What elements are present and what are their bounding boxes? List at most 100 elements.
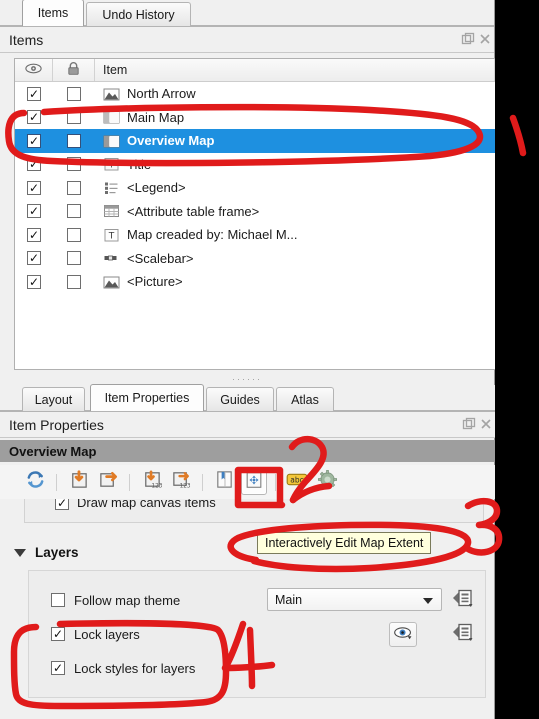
tab-item-properties[interactable]: Item Properties [90, 384, 204, 411]
lock-checkbox[interactable] [67, 180, 81, 195]
table-row-selected[interactable]: ✓ Overview Map [15, 129, 495, 153]
column-header-lock[interactable] [53, 59, 95, 81]
row-visibility-cell[interactable]: ✓ [15, 133, 53, 148]
panel-splitter-grip[interactable]: ······ [232, 374, 262, 384]
visibility-checkbox[interactable]: ✓ [27, 157, 41, 172]
tab-layout[interactable]: Layout [22, 387, 85, 411]
visibility-checkbox[interactable]: ✓ [27, 180, 41, 195]
lock-layers-checkbox[interactable]: ✓ [51, 627, 65, 641]
row-lock-cell[interactable] [53, 157, 95, 172]
row-visibility-cell[interactable]: ✓ [15, 204, 53, 219]
column-header-item-label: Item [103, 63, 128, 77]
float-panel-icon[interactable] [461, 32, 475, 46]
table-row[interactable]: ✓ <Picture> [15, 270, 495, 294]
triangle-down-icon[interactable] [14, 548, 26, 557]
tab-atlas[interactable]: Atlas [276, 387, 334, 411]
follow-map-theme-row[interactable]: Follow map theme Main [29, 583, 485, 617]
row-lock-cell[interactable] [53, 227, 95, 242]
row-lock-cell[interactable] [53, 274, 95, 289]
visibility-checkbox[interactable]: ✓ [27, 86, 41, 101]
draw-map-canvas-items-checkbox[interactable]: ✓ [55, 499, 69, 510]
set-canvas-scale-to-map-button[interactable]: 123 [168, 469, 194, 495]
lock-checkbox[interactable] [67, 251, 81, 266]
canvas-from-map-extent-icon [98, 469, 119, 495]
lock-checkbox[interactable] [67, 274, 81, 289]
row-item-cell[interactable]: North Arrow [95, 86, 495, 101]
row-item-cell[interactable]: T Map creaded by: Michael M... [95, 227, 495, 242]
map-item-icon [103, 110, 120, 124]
row-item-cell[interactable]: <Legend> [95, 180, 495, 195]
column-header-visibility[interactable] [15, 59, 53, 81]
follow-map-theme-checkbox[interactable] [51, 593, 65, 607]
lock-checkbox[interactable] [67, 227, 81, 242]
close-panel-icon[interactable] [479, 417, 493, 431]
items-tree[interactable]: Item ✓ North Arrow ✓ Main Map ✓ Overview… [14, 58, 495, 370]
row-lock-cell[interactable] [53, 86, 95, 101]
tab-undo-history[interactable]: Undo History [86, 2, 191, 26]
table-row[interactable]: ✓ T Map creaded by: Michael M... [15, 223, 495, 247]
row-item-cell[interactable]: Main Map [95, 110, 495, 125]
lock-layers-row[interactable]: ✓ Lock layers [29, 617, 485, 651]
refresh-view-button[interactable] [22, 469, 48, 495]
row-lock-cell[interactable] [53, 204, 95, 219]
table-row[interactable]: ✓ T Title [15, 153, 495, 177]
column-header-item[interactable]: Item [95, 59, 495, 81]
visibility-checkbox[interactable]: ✓ [27, 110, 41, 125]
tab-items[interactable]: Items [22, 0, 84, 26]
row-lock-cell[interactable] [53, 110, 95, 125]
row-visibility-cell[interactable]: ✓ [15, 157, 53, 172]
table-row[interactable]: ✓ <Legend> [15, 176, 495, 200]
lock-checkbox[interactable] [67, 133, 81, 148]
tab-guides[interactable]: Guides [206, 387, 274, 411]
lock-styles-checkbox[interactable]: ✓ [51, 661, 65, 675]
row-lock-cell[interactable] [53, 251, 95, 266]
row-item-cell[interactable]: Overview Map [95, 133, 495, 148]
row-visibility-cell[interactable]: ✓ [15, 86, 53, 101]
layers-section-header[interactable]: Layers [0, 538, 79, 567]
labeling-settings-button[interactable]: abc [284, 469, 310, 495]
tooltip-text: Interactively Edit Map Extent [265, 536, 424, 550]
row-visibility-cell[interactable]: ✓ [15, 251, 53, 266]
row-lock-cell[interactable] [53, 180, 95, 195]
close-panel-icon[interactable] [478, 32, 492, 46]
visibility-checkbox[interactable]: ✓ [27, 274, 41, 289]
table-row[interactable]: ✓ <Scalebar> [15, 247, 495, 271]
theme-data-defined-button[interactable] [449, 588, 477, 613]
lock-checkbox[interactable] [67, 86, 81, 101]
row-item-cell[interactable]: T Title [95, 157, 495, 172]
map-theme-combo[interactable]: Main [267, 588, 442, 611]
row-item-label: Overview Map [127, 133, 215, 149]
row-visibility-cell[interactable]: ✓ [15, 227, 53, 242]
table-row[interactable]: ✓ North Arrow [15, 82, 495, 106]
show-layers-button[interactable] [389, 622, 417, 647]
table-row[interactable]: ✓ <Attribute table frame> [15, 200, 495, 224]
row-item-cell[interactable]: <Picture> [95, 274, 495, 289]
visibility-checkbox[interactable]: ✓ [27, 227, 41, 242]
interactively-edit-map-extent-button[interactable] [241, 469, 267, 495]
map-settings-button[interactable] [314, 469, 340, 495]
tab-atlas-label: Atlas [291, 392, 319, 407]
lock-styles-row[interactable]: ✓ Lock styles for layers [29, 651, 485, 685]
lock-checkbox[interactable] [67, 110, 81, 125]
visibility-checkbox[interactable]: ✓ [27, 204, 41, 219]
row-item-cell[interactable]: <Scalebar> [95, 251, 495, 266]
float-panel-icon[interactable] [462, 417, 476, 431]
lock-checkbox[interactable] [67, 204, 81, 219]
row-item-label: North Arrow [127, 86, 196, 102]
row-lock-cell[interactable] [53, 133, 95, 148]
visibility-checkbox[interactable]: ✓ [27, 133, 41, 148]
layers-data-defined-button[interactable] [449, 622, 477, 647]
set-canvas-to-map-extent-button[interactable] [95, 469, 121, 495]
draw-map-canvas-items-row[interactable]: ✓ Draw map canvas items [25, 499, 483, 510]
row-visibility-cell[interactable]: ✓ [15, 110, 53, 125]
set-map-scale-to-canvas-button[interactable]: 123 [138, 469, 164, 495]
row-visibility-cell[interactable]: ✓ [15, 180, 53, 195]
row-visibility-cell[interactable]: ✓ [15, 274, 53, 289]
table-row[interactable]: ✓ Main Map [15, 106, 495, 130]
row-item-cell[interactable]: <Attribute table frame> [95, 204, 495, 219]
visibility-checkbox[interactable]: ✓ [27, 251, 41, 266]
bookmark-extent-button[interactable] [211, 469, 237, 495]
chevron-down-icon[interactable] [423, 598, 433, 604]
set-map-extent-to-canvas-button[interactable] [65, 469, 91, 495]
lock-checkbox[interactable] [67, 157, 81, 172]
